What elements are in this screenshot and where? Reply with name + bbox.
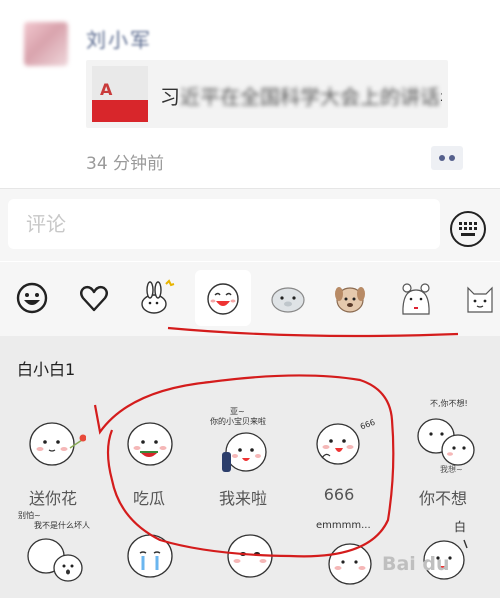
link-title-prefix: 习 xyxy=(160,85,180,109)
bear-sticker-icon xyxy=(402,283,430,315)
username[interactable]: 刘小军 xyxy=(86,24,152,52)
tab-favorites[interactable] xyxy=(66,270,122,326)
tab-seal-pack[interactable] xyxy=(260,270,316,326)
bunny-sticker-icon xyxy=(141,279,175,314)
sticker-label: 送你花 xyxy=(28,489,77,508)
baixiaobai-phone-icon xyxy=(222,432,267,472)
smiley-icon xyxy=(16,282,48,314)
sticker-dont-be-afraid[interactable]: 别怕~ 我不是什么坏人 xyxy=(10,508,96,608)
sticker-label: 吃瓜 xyxy=(132,489,165,508)
sticker-crying[interactable] xyxy=(106,508,192,608)
sticker-label: 666 xyxy=(323,485,355,504)
baixiaobai-crying-icon xyxy=(127,534,173,578)
dot-icon xyxy=(439,155,445,161)
more-options-button[interactable] xyxy=(431,146,463,170)
tab-baixiaobai-pack[interactable] xyxy=(195,270,251,326)
keyboard-icon[interactable] xyxy=(450,211,486,247)
sticker-emmm[interactable]: emmmm... xyxy=(306,508,392,608)
link-thumbnail: A xyxy=(92,66,148,122)
sticker-eat-melon[interactable]: 吃瓜 xyxy=(106,406,192,508)
dog-sticker-icon xyxy=(335,287,365,313)
baixiaobai-afraid-icon xyxy=(27,538,83,582)
sticker-pack-title: 白小白1 xyxy=(17,360,76,379)
thumbnail-mark: A xyxy=(100,80,113,99)
laughing-face-sticker-icon xyxy=(207,283,239,315)
sticker-panel: 白小白1 送你花 吃瓜 亚~ 你的小宝贝来啦 我来啦 666 666 不,你不想… xyxy=(0,336,500,598)
baixiaobai-666-icon xyxy=(316,423,360,465)
comment-input[interactable]: 评论 xyxy=(8,199,440,249)
sticker-caption: emmmm... xyxy=(316,520,371,531)
moment-post: 刘小军 A 习近平在全国科学大会上的讲话年) 34 分钟前 xyxy=(0,0,500,188)
cat-sticker-icon xyxy=(467,286,493,313)
link-title-blurred: 近平在全国科学大会上的讲话 xyxy=(180,85,440,109)
sticker-tab-bar xyxy=(0,262,500,336)
sticker-you-dont-want[interactable]: 不,你不想! 我想~ 你不想 xyxy=(400,398,486,508)
tab-cat-pack[interactable] xyxy=(452,270,500,326)
tab-bunny-pack[interactable] xyxy=(128,270,184,326)
dot-icon xyxy=(449,155,455,161)
seal-sticker-icon xyxy=(271,287,305,313)
baixiaobai-flower-icon xyxy=(29,422,86,466)
shared-link-card[interactable]: A 习近平在全国科学大会上的讲话年) xyxy=(86,60,448,128)
avatar[interactable] xyxy=(24,22,68,66)
link-title: 习近平在全国科学大会上的讲话年) xyxy=(160,81,442,110)
link-title-suffix: 年) xyxy=(440,85,442,109)
sticker-label: 你不想 xyxy=(418,489,467,508)
baixiaobai-hehe-icon xyxy=(227,534,273,578)
sticker-flower[interactable]: 送你花 xyxy=(10,406,96,508)
sticker-label: 我来啦 xyxy=(218,489,267,508)
tab-emoji[interactable] xyxy=(4,270,60,326)
sticker-666[interactable]: 666 666 xyxy=(296,406,382,506)
sticker-here-i-come[interactable]: 亚~ 你的小宝贝来啦 我来啦 xyxy=(200,406,286,508)
baixiaobai-two-faces-icon xyxy=(417,418,475,466)
sticker-caption: 不,你不想! xyxy=(430,399,468,408)
sticker-hehe[interactable] xyxy=(206,508,292,608)
comment-bar: 评论 xyxy=(0,188,500,261)
tab-dog-pack[interactable] xyxy=(322,270,378,326)
tab-bear-pack[interactable] xyxy=(388,270,444,326)
baixiaobai-melon-icon xyxy=(127,422,173,466)
watermark: Bai du xyxy=(382,553,450,575)
baixiaobai-thinking-icon xyxy=(328,543,372,585)
post-time: 34 分钟前 xyxy=(86,154,165,174)
heart-icon xyxy=(80,285,108,312)
